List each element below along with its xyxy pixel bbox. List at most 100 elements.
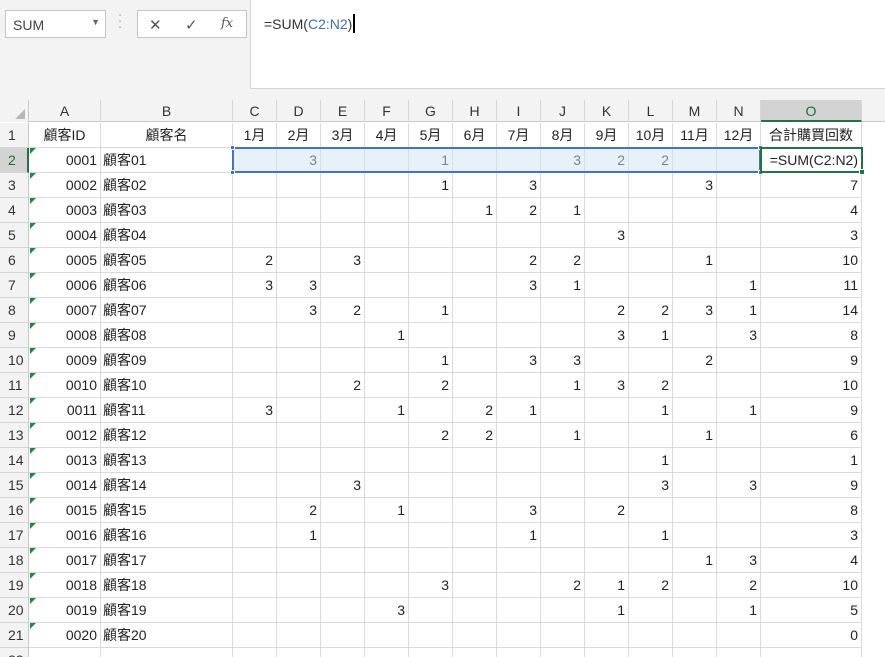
cell-k14[interactable] xyxy=(585,448,629,473)
cell-i4[interactable]: 2 xyxy=(497,198,541,223)
cell-m22[interactable] xyxy=(673,648,717,657)
cell-b20[interactable]: 顧客19 xyxy=(101,598,233,623)
name-box[interactable]: SUM ▼ xyxy=(5,10,106,38)
cell-l7[interactable] xyxy=(629,273,673,298)
cell-d9[interactable] xyxy=(277,323,321,348)
cell-d3[interactable] xyxy=(277,173,321,198)
cell-g10[interactable]: 1 xyxy=(409,348,453,373)
cell-h1[interactable]: 6月 xyxy=(453,123,497,148)
column-header-d[interactable]: D xyxy=(277,100,321,122)
cell-i20[interactable] xyxy=(497,598,541,623)
cell-h22[interactable] xyxy=(453,648,497,657)
cell-o13[interactable]: 6 xyxy=(761,423,862,448)
cell-b18[interactable]: 顧客17 xyxy=(101,548,233,573)
cell-l13[interactable] xyxy=(629,423,673,448)
cell-b4[interactable]: 顧客03 xyxy=(101,198,233,223)
cell-j10[interactable]: 3 xyxy=(541,348,585,373)
cell-h14[interactable] xyxy=(453,448,497,473)
cell-k22[interactable] xyxy=(585,648,629,657)
cell-n5[interactable] xyxy=(717,223,761,248)
cell-l11[interactable]: 2 xyxy=(629,373,673,398)
cell-m21[interactable] xyxy=(673,623,717,648)
cell-k16[interactable]: 2 xyxy=(585,498,629,523)
cell-n6[interactable] xyxy=(717,248,761,273)
cell-e2[interactable] xyxy=(321,148,365,173)
cell-k17[interactable] xyxy=(585,523,629,548)
cell-a3[interactable]: 0002 xyxy=(29,173,101,198)
cell-f20[interactable]: 3 xyxy=(365,598,409,623)
cell-c21[interactable] xyxy=(233,623,277,648)
row-header-21[interactable]: 21 xyxy=(0,623,29,648)
cell-h12[interactable]: 2 xyxy=(453,398,497,423)
more-options-icon[interactable]: · · · xyxy=(117,8,123,33)
cell-e12[interactable] xyxy=(321,398,365,423)
row-header-8[interactable]: 8 xyxy=(0,298,29,323)
cell-n3[interactable] xyxy=(717,173,761,198)
chevron-down-icon[interactable]: ▼ xyxy=(91,17,100,27)
cell-h8[interactable] xyxy=(453,298,497,323)
row-header-3[interactable]: 3 xyxy=(0,173,29,198)
cell-j12[interactable] xyxy=(541,398,585,423)
cell-m5[interactable] xyxy=(673,223,717,248)
cell-g5[interactable] xyxy=(409,223,453,248)
cell-k12[interactable] xyxy=(585,398,629,423)
cell-o16[interactable]: 8 xyxy=(761,498,862,523)
row-header-7[interactable]: 7 xyxy=(0,273,29,298)
cell-f15[interactable] xyxy=(365,473,409,498)
cell-f10[interactable] xyxy=(365,348,409,373)
cell-e10[interactable] xyxy=(321,348,365,373)
cell-h2[interactable] xyxy=(453,148,497,173)
cell-b1[interactable]: 顧客名 xyxy=(101,123,233,148)
cell-d14[interactable] xyxy=(277,448,321,473)
cell-n14[interactable] xyxy=(717,448,761,473)
column-header-j[interactable]: J xyxy=(541,100,585,122)
cell-g8[interactable]: 1 xyxy=(409,298,453,323)
cell-c22[interactable] xyxy=(233,648,277,657)
cell-j6[interactable]: 2 xyxy=(541,248,585,273)
row-header-14[interactable]: 14 xyxy=(0,448,29,473)
cell-m11[interactable] xyxy=(673,373,717,398)
cell-l8[interactable]: 2 xyxy=(629,298,673,323)
cell-e20[interactable] xyxy=(321,598,365,623)
cell-n13[interactable] xyxy=(717,423,761,448)
cell-n16[interactable] xyxy=(717,498,761,523)
cell-j11[interactable]: 1 xyxy=(541,373,585,398)
cell-a19[interactable]: 0018 xyxy=(29,573,101,598)
cell-m10[interactable]: 2 xyxy=(673,348,717,373)
insert-function-icon[interactable]: fx xyxy=(221,16,233,31)
cell-h13[interactable]: 2 xyxy=(453,423,497,448)
cell-n21[interactable] xyxy=(717,623,761,648)
cell-a22[interactable] xyxy=(29,648,101,657)
cell-a11[interactable]: 0010 xyxy=(29,373,101,398)
cell-k21[interactable] xyxy=(585,623,629,648)
column-header-o[interactable]: O xyxy=(761,100,862,122)
cell-i12[interactable]: 1 xyxy=(497,398,541,423)
cell-k18[interactable] xyxy=(585,548,629,573)
cell-g11[interactable]: 2 xyxy=(409,373,453,398)
row-header-12[interactable]: 12 xyxy=(0,398,29,423)
cell-c12[interactable]: 3 xyxy=(233,398,277,423)
cell-k13[interactable] xyxy=(585,423,629,448)
row-header-2[interactable]: 2 xyxy=(0,148,29,173)
cell-j4[interactable]: 1 xyxy=(541,198,585,223)
cell-n10[interactable] xyxy=(717,348,761,373)
cell-o2[interactable]: =SUM(C2:N2) xyxy=(761,148,862,173)
cell-g21[interactable] xyxy=(409,623,453,648)
cell-b16[interactable]: 顧客15 xyxy=(101,498,233,523)
cell-j2[interactable]: 3 xyxy=(541,148,585,173)
row-header-10[interactable]: 10 xyxy=(0,348,29,373)
cell-g4[interactable] xyxy=(409,198,453,223)
cell-k7[interactable] xyxy=(585,273,629,298)
cell-c5[interactable] xyxy=(233,223,277,248)
cell-e3[interactable] xyxy=(321,173,365,198)
column-header-m[interactable]: M xyxy=(673,100,717,122)
cell-f4[interactable] xyxy=(365,198,409,223)
cell-l1[interactable]: 10月 xyxy=(629,123,673,148)
cell-f2[interactable] xyxy=(365,148,409,173)
cell-f22[interactable] xyxy=(365,648,409,657)
cell-k4[interactable] xyxy=(585,198,629,223)
cell-c13[interactable] xyxy=(233,423,277,448)
cell-c15[interactable] xyxy=(233,473,277,498)
cell-n2[interactable] xyxy=(717,148,761,173)
cell-j21[interactable] xyxy=(541,623,585,648)
